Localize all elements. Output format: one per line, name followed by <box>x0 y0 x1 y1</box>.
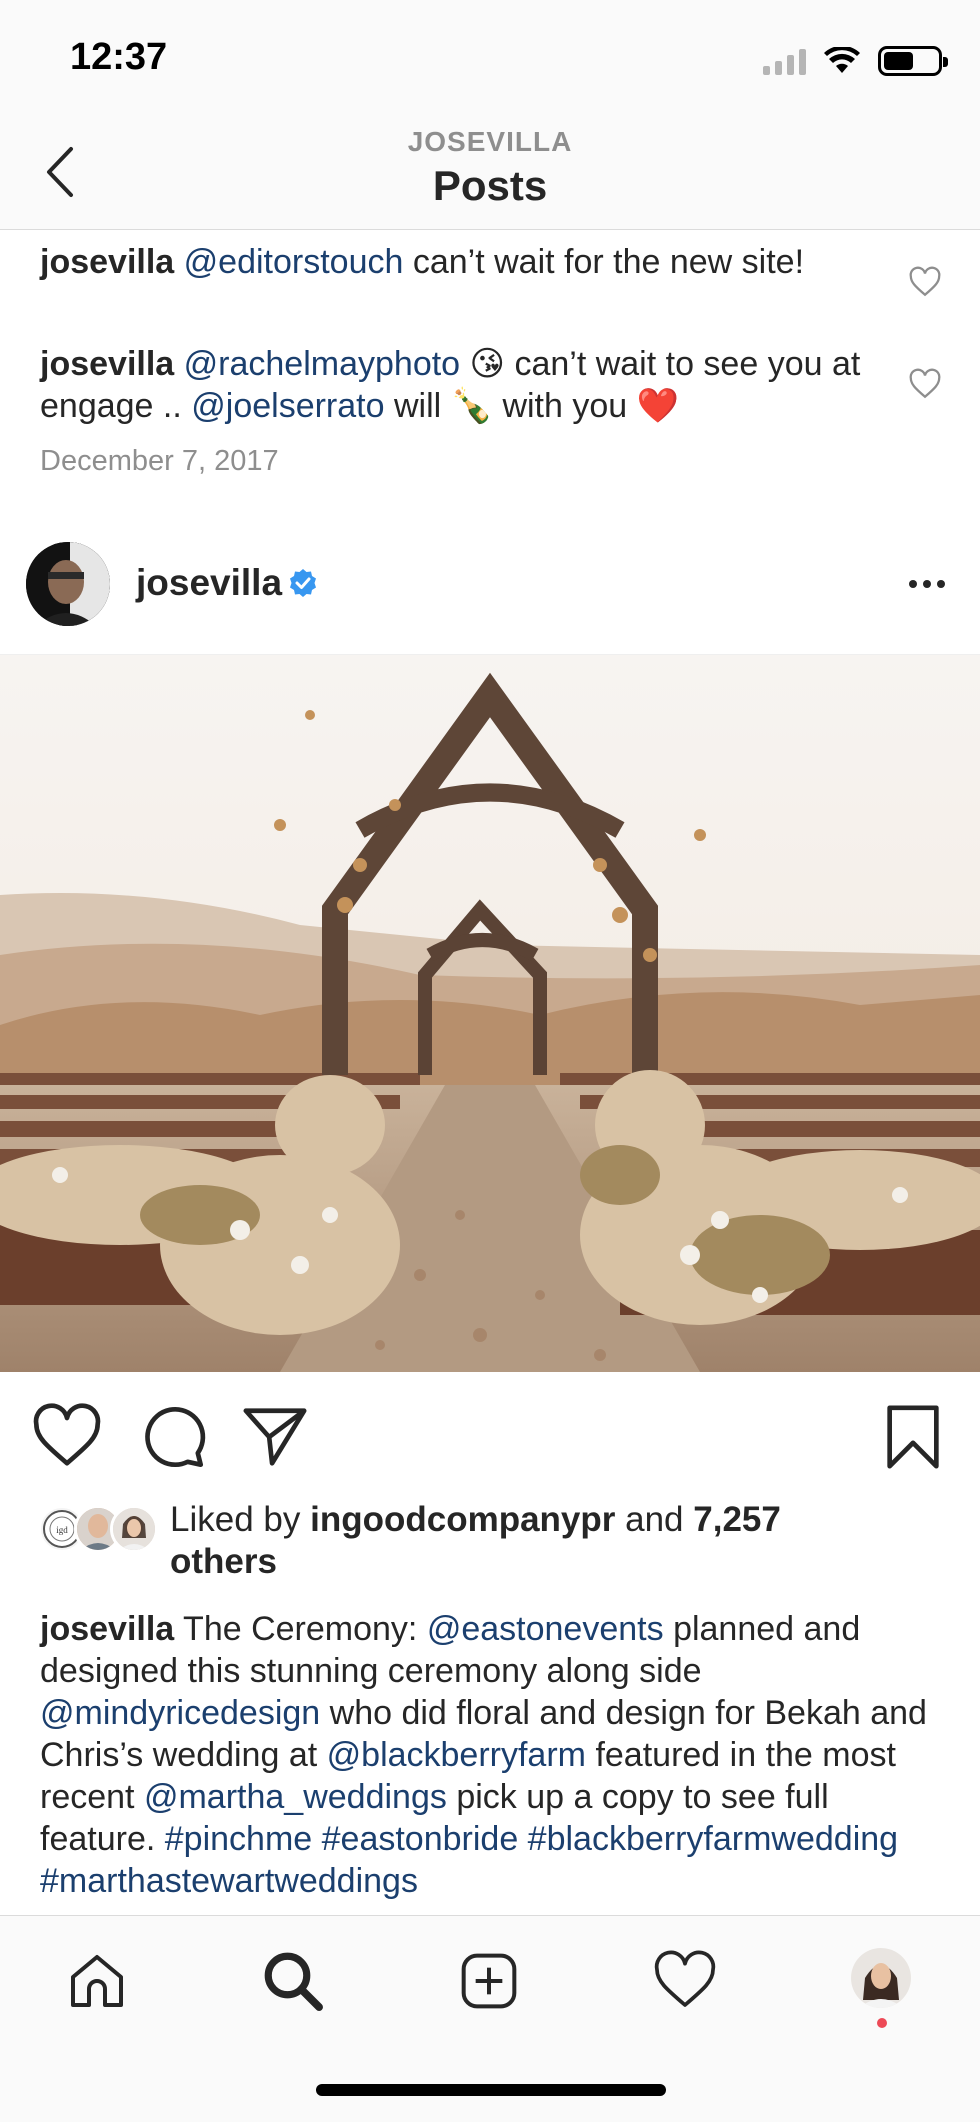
caption-hashtags[interactable]: #pinchme #eastonbride #blackberryfarmwed… <box>40 1820 898 1900</box>
header-account: JOSEVILLA <box>407 126 573 157</box>
avatar[interactable] <box>26 542 110 626</box>
comment-mention[interactable]: @editorstouch <box>184 243 404 281</box>
heart-emoji: ❤️ <box>636 387 679 425</box>
comment-item: josevilla @rachelmayphoto 😘 can’t wait t… <box>40 343 890 427</box>
post-caption: josevilla The Ceremony: @eastonevents pl… <box>40 1608 950 1902</box>
comment-mention[interactable]: @rachelmayphoto <box>184 345 460 383</box>
caption-mention[interactable]: @blackberryfarm <box>327 1736 586 1774</box>
more-horizontal-icon <box>909 580 917 588</box>
comment-item: josevilla @editorstouch can’t wait for t… <box>40 241 890 283</box>
tab-activity[interactable] <box>650 1946 720 2016</box>
likes-conjunction: and <box>625 1500 684 1539</box>
likes-text[interactable]: Liked by ingoodcompanypr and 7,257 other… <box>170 1499 870 1583</box>
post-photo[interactable] <box>0 655 980 1372</box>
post-header: josevilla <box>0 530 980 655</box>
tab-profile[interactable] <box>851 1948 911 2008</box>
comment-text: with you <box>502 387 628 425</box>
caption-mention[interactable]: @mindyricedesign <box>40 1694 320 1732</box>
comment-username[interactable]: josevilla <box>40 243 174 281</box>
bookmark-icon[interactable] <box>878 1402 948 1472</box>
comment-username[interactable]: josevilla <box>40 345 174 383</box>
comment-like-icon[interactable] <box>908 265 942 299</box>
status-bar: 12:37 <box>0 0 980 118</box>
liker-username[interactable]: ingoodcompanypr <box>310 1500 615 1539</box>
home-icon <box>71 1955 123 2007</box>
verified-badge-icon <box>290 569 316 597</box>
caption-username[interactable]: josevilla <box>40 1610 174 1648</box>
status-icons <box>763 44 948 78</box>
signal-icon <box>763 47 806 75</box>
comment-text: will <box>393 387 442 425</box>
champagne-emoji: 🍾 <box>450 387 493 425</box>
battery-icon <box>878 46 948 76</box>
caption-mention[interactable]: @martha_weddings <box>144 1778 447 1816</box>
tab-search[interactable] <box>258 1946 328 2016</box>
heart-icon[interactable] <box>32 1402 102 1472</box>
wifi-icon <box>824 47 860 73</box>
new-post-icon <box>461 1953 517 2009</box>
search-icon <box>264 1952 323 2011</box>
caption-mention[interactable]: @eastonevents <box>427 1610 664 1648</box>
nav-header: JOSEVILLA Posts <box>0 118 980 230</box>
liker-avatars[interactable]: igd <box>38 1505 158 1557</box>
svg-text:igd: igd <box>56 1525 68 1535</box>
status-time: 12:37 <box>70 36 168 78</box>
post-actions <box>0 1372 980 1492</box>
likes-section: igd Liked by ingoodcompanypr and 7,257 o… <box>0 1495 980 1605</box>
share-icon[interactable] <box>240 1402 310 1472</box>
comment-text: can’t wait for the new site! <box>412 243 805 281</box>
avatar <box>110 1505 158 1553</box>
comment-mention[interactable]: @joelserrato <box>191 387 384 425</box>
tab-home[interactable] <box>62 1946 132 2016</box>
activity-icon <box>654 1950 716 2007</box>
kiss-emoji: 😘 <box>469 345 505 383</box>
tab-new-post[interactable] <box>454 1946 524 2016</box>
comment-icon[interactable] <box>138 1402 208 1472</box>
likes-prefix: Liked by <box>170 1500 301 1539</box>
page-title: Posts <box>432 162 548 209</box>
profile-avatar <box>851 1948 911 2008</box>
post-username[interactable]: josevilla <box>136 562 282 604</box>
post-date: December 7, 2017 <box>40 445 279 477</box>
comment-like-icon[interactable] <box>908 367 942 401</box>
more-options-button[interactable] <box>902 566 952 602</box>
caption-text: The Ceremony: <box>183 1610 418 1648</box>
notification-dot <box>877 2018 887 2028</box>
home-indicator <box>316 2084 666 2096</box>
